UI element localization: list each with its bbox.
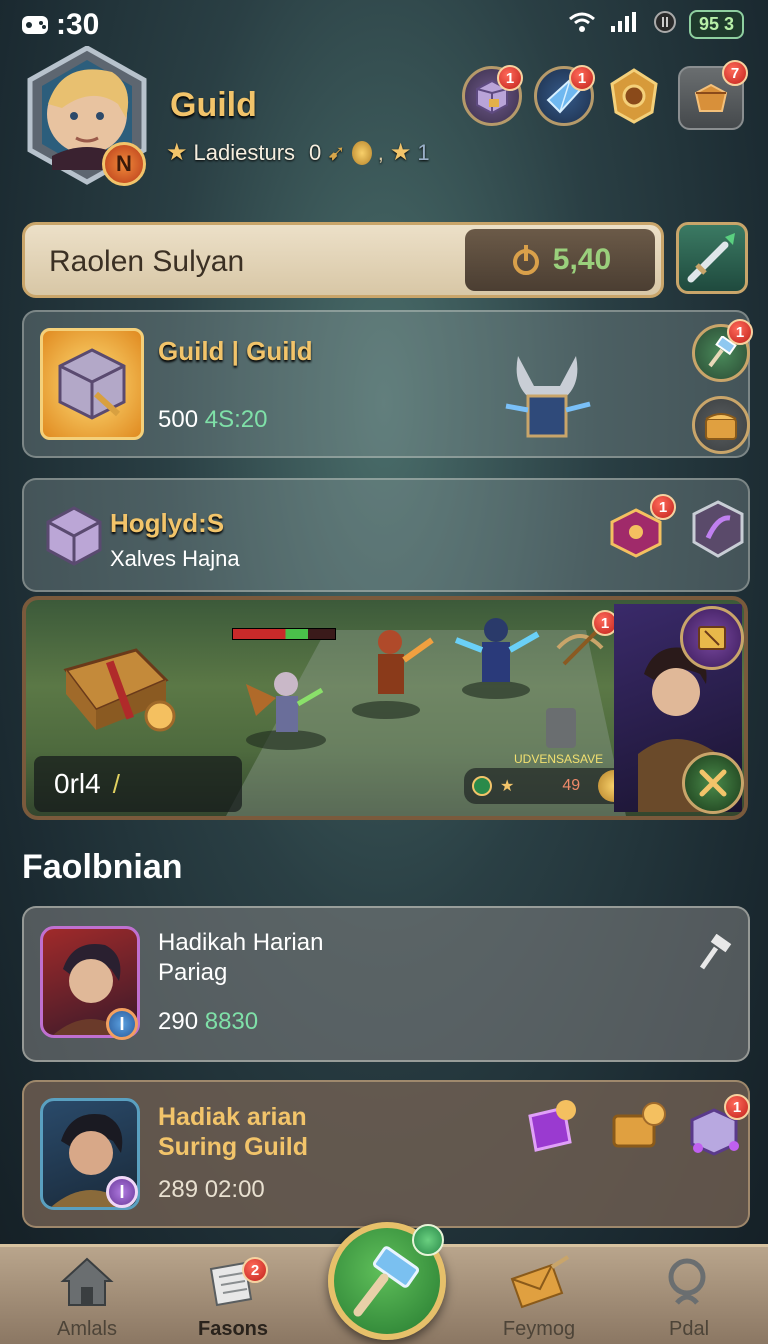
guild-name-label: Raolen Sulyan [49,245,245,278]
level-badge: I [106,1008,138,1040]
envelope-icon [510,1255,570,1309]
game-controller-icon [20,12,50,43]
hud-value: 49 [562,777,581,794]
record-icon [653,10,677,39]
gem-chest-button[interactable]: 1 [606,494,676,567]
subtitle-value: 0 [309,139,322,165]
arrow-icon: ➹ [327,139,346,165]
battery-indicator: 95 3 [688,10,744,39]
gold-scroll-icon [612,1102,666,1148]
cube-chest-icon [44,504,104,573]
map-icon [698,626,726,650]
star-icon: ★ [389,139,412,166]
amulet-button[interactable] [604,66,664,126]
leaf-badge-icon [412,1224,444,1256]
stage-counter-suffix: / [112,768,120,799]
ice-mage-figure [446,610,546,705]
winged-hero-figure [236,654,326,769]
nav-item-fasons[interactable]: 2 Fasons [168,1255,298,1341]
guild-points-value: 5,40 [552,243,612,276]
guild-card[interactable]: Guild | Guild 500 4S:20 1 [22,310,753,458]
status-bar: :30 95 3 [0,0,768,48]
guild-card-title: Guild | Guild [158,336,313,366]
notification-badge: 1 [569,65,595,91]
treasure-button[interactable] [692,396,750,454]
guild-points: 5,40 [465,229,655,291]
star-icon: ★ [500,778,515,795]
page-title: Guild [170,86,257,124]
notification-badge: 1 [650,494,676,520]
rune-button[interactable] [688,498,748,565]
guild-name-bar[interactable]: Raolen Sulyan 5,40 [22,222,664,298]
list-item-text: Hadikah Harian Pariag [158,929,324,986]
amulet-icon [610,68,658,124]
cube-chest-icon [58,348,126,420]
player-avatar[interactable]: N [22,45,152,192]
event-card-title: Hoglyd:S [110,508,225,538]
notification-badge: 2 [242,1257,268,1283]
gift-box-icon [694,83,728,112]
notification-badge: 7 [722,60,748,86]
rune-shield-icon [692,500,744,558]
hammer-button[interactable] [696,933,734,977]
rank-badge: N [102,142,146,186]
status-time: :30 [56,8,100,41]
subtitle-extra: 1 [417,139,430,165]
list-item-stats: 289 02:00 [158,1176,265,1203]
section-title: Faolbnian [22,848,183,886]
subtitle-label: Ladiesturs [193,139,296,165]
list-item[interactable]: I Hadiak arian Suring Guild 289 02:00 1 [22,1080,750,1228]
list-item-stats: 290 8830 [158,1008,259,1035]
list-item[interactable]: I Hadikah Harian Pariag 290 8830 [22,906,750,1062]
battle-hud: UDVENSASAVE ★ 49 [464,752,639,804]
level-badge: I [106,1176,138,1208]
guild-subtitle: ★ Ladiesturs 0 ➹ , ★ 1 [166,139,430,166]
gift-button[interactable]: 7 [678,60,748,130]
battle-scene-card[interactable]: 1 0rl4 / UDVENSASAVE ★ 49 [22,596,748,820]
magic-scroll-button[interactable] [520,1098,580,1163]
search-icon [668,1258,706,1305]
chest-button[interactable]: 1 [462,65,523,126]
map-button[interactable] [680,606,744,670]
guild-card-stats: 500 4S:20 [158,406,268,433]
crossbow-button[interactable]: 1 [550,610,618,678]
event-card-subtitle: Xalves Hajna [110,546,240,571]
nav-item-home[interactable]: Amlals [22,1255,152,1341]
notification-badge: 1 [727,319,753,345]
hammer-icon [699,933,732,970]
treasure-chest-icon [705,413,737,440]
demon-warrior-figure [346,620,436,725]
battle-button[interactable] [682,752,744,814]
treasure-chest-icon [56,630,176,739]
crossed-swords-icon [699,769,727,797]
magic-scroll-icon [528,1100,576,1152]
wifi-icon [567,10,597,39]
star-icon: ★ [166,139,188,166]
nav-item-pdal[interactable]: Pdal [624,1255,754,1341]
notification-badge: 1 [724,1094,750,1120]
sword-icon [687,233,735,283]
crystal-button[interactable]: 1 [534,65,595,126]
sword-button[interactable] [676,222,748,294]
leaf-icon [472,776,492,796]
nav-item-feymog[interactable]: Feymog [474,1255,604,1341]
gold-scroll-button[interactable] [606,1098,670,1163]
stage-counter: 0rl4 / [34,756,242,812]
gem-box-button[interactable]: 1 [688,1094,750,1161]
guild-chest-thumb [40,328,144,440]
enemy-health-bar [232,628,336,640]
home-icon [60,1257,114,1306]
list-item-text: Hadiak arian Suring Guild [158,1103,308,1161]
forge-action-button[interactable] [328,1222,446,1340]
event-card[interactable]: Hoglyd:S Xalves Hajna 1 [22,478,750,592]
power-icon [512,245,539,275]
hammer-button[interactable]: 1 [692,319,753,382]
coin-icon [351,140,372,165]
notification-badge: 1 [497,65,523,91]
signal-icon [609,10,641,39]
stage-counter-value: 0rl4 [54,768,101,799]
armored-knight-figure [472,346,622,456]
